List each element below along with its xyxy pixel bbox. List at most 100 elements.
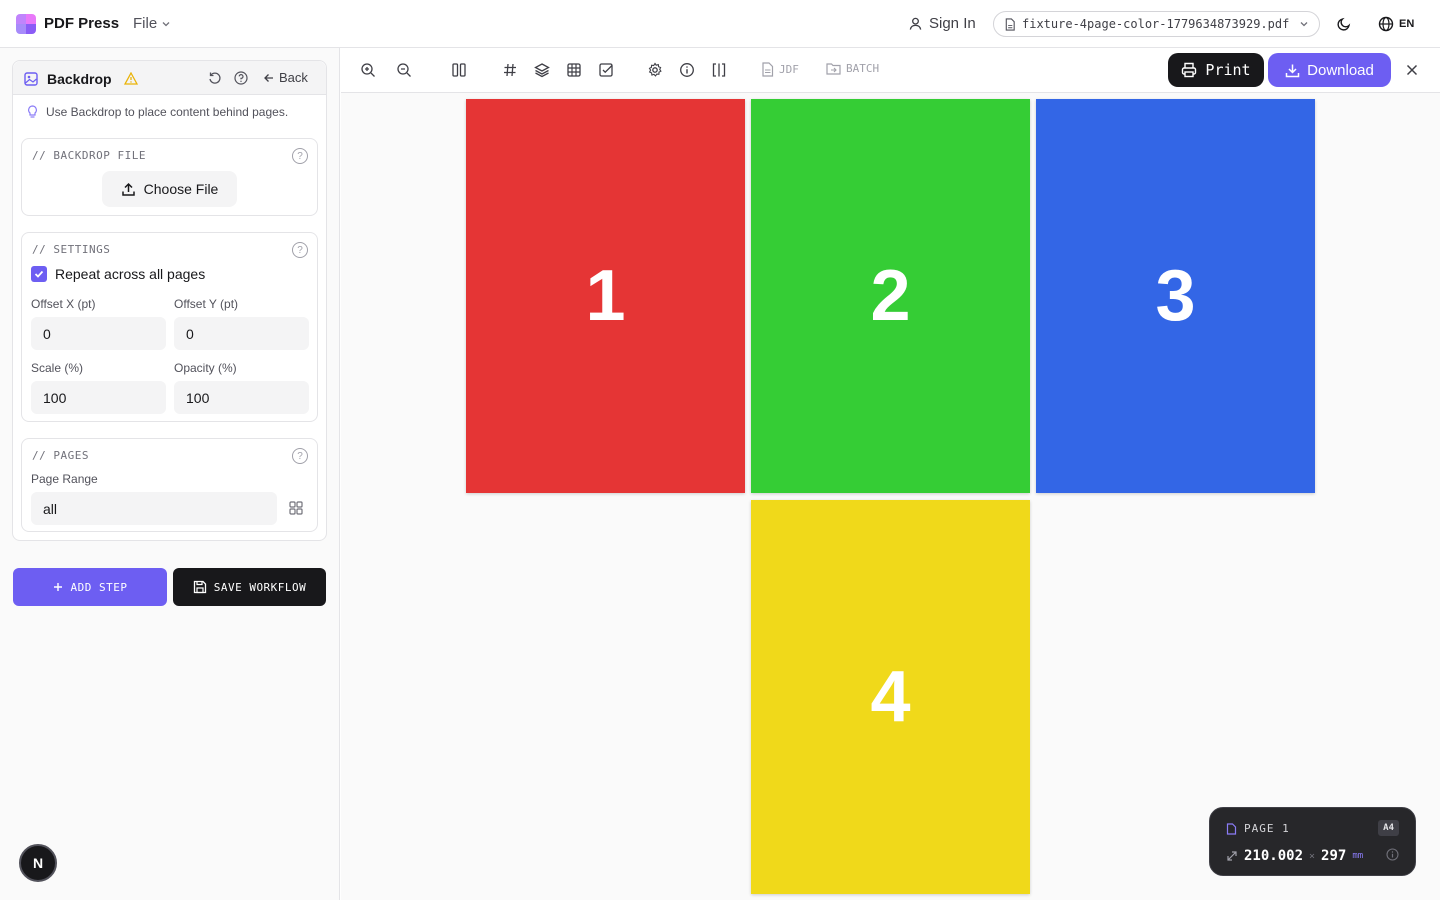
offset-x-input[interactable]	[31, 317, 166, 350]
print-button[interactable]: Print	[1168, 53, 1264, 87]
language-selector[interactable]: EN	[1378, 16, 1414, 32]
columns-icon[interactable]	[451, 62, 467, 78]
file-icon	[1226, 822, 1237, 835]
table-icon[interactable]	[566, 62, 582, 78]
back-label: Back	[279, 70, 308, 85]
lightbulb-icon	[28, 105, 37, 118]
choose-file-label: Choose File	[143, 181, 219, 197]
save-workflow-label: SAVE WORKFLOW	[213, 580, 307, 594]
section-title: // SETTINGS	[32, 243, 111, 256]
zoom-out-icon[interactable]	[396, 62, 412, 78]
jdf-button[interactable]: JDF	[761, 62, 799, 77]
choose-file-button[interactable]: Choose File	[102, 171, 237, 207]
help-icon[interactable]: ?	[292, 242, 308, 258]
page-height: 297	[1321, 848, 1347, 864]
batch-button[interactable]: BATCH	[826, 62, 879, 75]
backdrop-panel: Backdrop Back Use Backdrop to place cont…	[12, 60, 327, 541]
file-menu[interactable]: File	[133, 15, 171, 32]
panel-title: Backdrop	[47, 71, 112, 87]
user-icon	[909, 17, 922, 30]
dev-badge[interactable]: N	[19, 844, 57, 882]
page-width: 210.002	[1244, 848, 1304, 864]
image-icon	[24, 72, 38, 86]
app-name: PDF Press	[44, 15, 120, 32]
help-icon[interactable]: ?	[292, 148, 308, 164]
upload-icon	[121, 182, 135, 196]
page-thumbnail-3[interactable]: 3	[1036, 99, 1315, 493]
layers-icon[interactable]	[534, 62, 550, 78]
folder-import-icon	[826, 63, 841, 75]
page-label: PAGE 1	[1244, 822, 1290, 835]
page-range-label: Page Range	[31, 472, 98, 486]
scale-input[interactable]	[31, 381, 166, 414]
page-number: 2	[870, 256, 911, 336]
repeat-checkbox-row[interactable]: Repeat across all pages	[31, 266, 205, 282]
sign-in-label: Sign In	[929, 15, 976, 32]
gear-icon[interactable]	[647, 62, 663, 78]
document-icon	[762, 62, 774, 77]
language-label: EN	[1399, 18, 1415, 30]
page-number: 3	[1155, 256, 1196, 336]
add-step-button[interactable]: ADD STEP	[13, 568, 167, 606]
chevron-down-icon	[162, 21, 170, 26]
file-icon	[1005, 17, 1015, 31]
page-indicator: PAGE 1	[1226, 822, 1290, 835]
page-thumbnail-2[interactable]: 2	[751, 99, 1030, 493]
repeat-checkbox[interactable]	[31, 266, 47, 282]
hint-text: Use Backdrop to place content behind pag…	[27, 105, 288, 119]
page-number: 1	[585, 256, 626, 336]
section-title: // BACKDROP FILE	[32, 149, 146, 162]
zoom-in-icon[interactable]	[360, 62, 376, 78]
theme-toggle-button[interactable]	[1336, 16, 1352, 37]
backdrop-file-section: // BACKDROP FILE ? Choose File	[21, 138, 318, 216]
file-name: fixture-4page-color-1779634873929.pdf	[1022, 17, 1290, 31]
save-workflow-button[interactable]: SAVE WORKFLOW	[173, 568, 326, 606]
page-info-card: PAGE 1 A4 210.002 × 297 mm	[1209, 807, 1416, 876]
download-button[interactable]: Download	[1268, 53, 1391, 87]
split-view-icon[interactable]	[711, 62, 727, 78]
page-range-input[interactable]	[31, 492, 277, 525]
section-title: // PAGES	[32, 449, 89, 462]
back-button[interactable]: Back	[263, 70, 308, 85]
page-thumbnail-4[interactable]: 4	[751, 500, 1030, 894]
info-icon[interactable]	[679, 62, 695, 78]
offset-y-input[interactable]	[174, 317, 309, 350]
save-icon	[193, 580, 206, 594]
app-logo-icon	[16, 14, 36, 34]
warning-icon	[124, 72, 138, 85]
hash-icon[interactable]	[502, 62, 518, 78]
info-icon[interactable]	[1386, 848, 1399, 866]
help-icon[interactable]: ?	[292, 448, 308, 464]
moon-icon	[1337, 17, 1351, 31]
reset-icon[interactable]	[208, 71, 222, 85]
offset-x-label: Offset X (pt)	[31, 297, 96, 311]
help-icon[interactable]	[234, 71, 248, 85]
file-selector[interactable]: fixture-4page-color-1779634873929.pdf	[993, 11, 1320, 37]
opacity-input[interactable]	[174, 381, 309, 414]
checkbox-icon[interactable]	[598, 62, 614, 78]
page-thumbnail-1[interactable]: 1	[466, 99, 745, 493]
opacity-label: Opacity (%)	[174, 361, 237, 375]
print-label: Print	[1205, 61, 1251, 79]
repeat-label: Repeat across all pages	[55, 266, 206, 282]
batch-label: BATCH	[846, 62, 880, 75]
offset-y-label: Offset Y (pt)	[174, 297, 239, 311]
check-icon	[34, 270, 44, 278]
add-step-label: ADD STEP	[70, 580, 128, 594]
resize-icon	[1227, 851, 1237, 861]
chevron-down-icon	[1300, 22, 1308, 27]
download-label: Download	[1307, 61, 1374, 79]
file-menu-label: File	[133, 15, 158, 32]
page-dimensions: 210.002 × 297 mm	[1226, 848, 1363, 864]
top-bar: PDF Press File Sign In fixture-4page-col…	[0, 0, 1440, 48]
paper-size-badge: A4	[1378, 820, 1399, 836]
main-canvas: JDF BATCH Print Download 1 2 3 4 PAGE 1 …	[341, 48, 1440, 900]
panel-header: Backdrop Back	[13, 61, 326, 95]
arrow-left-icon	[264, 73, 273, 82]
unit-label: mm	[1352, 851, 1364, 861]
globe-icon	[1378, 16, 1394, 32]
close-icon[interactable]	[1404, 62, 1420, 83]
scale-label: Scale (%)	[31, 361, 84, 375]
grid-select-icon[interactable]	[289, 501, 303, 515]
sign-in-button[interactable]: Sign In	[908, 15, 976, 32]
